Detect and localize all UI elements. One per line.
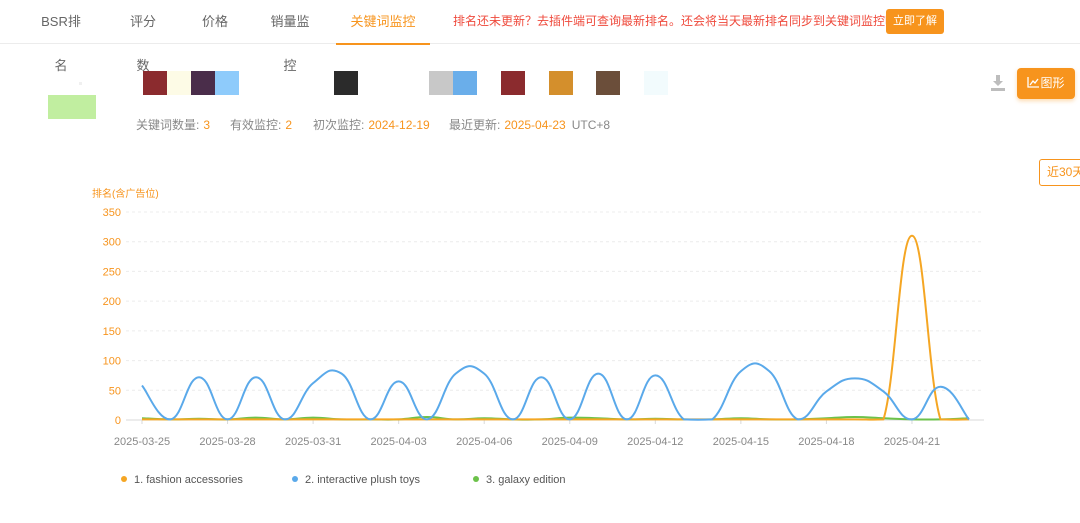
learn-more-button[interactable]: 立即了解 xyxy=(886,9,944,34)
product-image-placeholder xyxy=(79,82,82,85)
legend-dot-icon xyxy=(292,476,298,483)
date-range-button[interactable]: 近30天 xyxy=(1039,159,1080,186)
x-tick-label: 2025-04-15 xyxy=(713,436,769,448)
x-tick-label: 2025-04-21 xyxy=(884,436,940,448)
legend-item[interactable]: 2. interactive plush toys xyxy=(292,474,420,486)
chart-view-button[interactable]: 图形 xyxy=(1017,68,1075,99)
color-swatch[interactable] xyxy=(453,71,477,95)
y-tick-label: 150 xyxy=(103,326,121,338)
x-tick-label: 2025-04-18 xyxy=(798,436,854,448)
tab-price[interactable]: 价格 xyxy=(202,0,228,44)
keyword-rank-chart: 排名(含广告位) 0 50 100 150 200 250 300 350 2025-03-25 2… xyxy=(92,187,984,448)
stat-keyword-count: 关键词数量: 3 xyxy=(136,118,211,132)
color-swatch[interactable] xyxy=(596,71,620,95)
y-tick-label: 100 xyxy=(103,356,121,368)
x-tick-label: 2025-03-31 xyxy=(285,436,341,448)
color-swatch[interactable] xyxy=(191,71,215,95)
tab-bar: BSR排名 评分数 价格 销量监控 关键词监控 排名还未更新？去插件端可查询最新… xyxy=(0,0,1080,73)
legend-dot-icon xyxy=(473,476,479,483)
stat-first-monitor: 初次监控: 2024-12-19 xyxy=(313,118,430,132)
download-icon[interactable] xyxy=(990,74,1006,92)
product-thumbnail[interactable] xyxy=(48,95,96,119)
line-chart-icon xyxy=(1027,77,1040,88)
update-notice: 排名还未更新？去插件端可查询最新排名。还会将当天最新排名同步到关键词监控哦~ xyxy=(453,14,905,28)
x-tick-label: 2025-04-09 xyxy=(542,436,598,448)
y-axis-title: 排名(含广告位) xyxy=(92,187,159,200)
x-tick-label: 2025-04-06 xyxy=(456,436,512,448)
y-tick-label: 350 xyxy=(103,207,121,219)
legend-label: 3. galaxy edition xyxy=(486,474,566,486)
x-tick-label: 2025-03-28 xyxy=(199,436,255,448)
color-swatch[interactable] xyxy=(549,71,573,95)
y-tick-label: 250 xyxy=(103,266,121,278)
color-swatch[interactable] xyxy=(644,71,668,95)
color-swatch[interactable] xyxy=(143,71,167,95)
color-swatch[interactable] xyxy=(215,71,239,95)
color-swatch[interactable] xyxy=(429,71,453,95)
chart-legend: 1. fashion accessories 2. interactive plu… xyxy=(0,474,1080,490)
y-tick-label: 0 xyxy=(115,415,121,427)
color-swatch[interactable] xyxy=(501,71,525,95)
legend-item[interactable]: 3. galaxy edition xyxy=(473,474,566,486)
legend-item[interactable]: 1. fashion accessories xyxy=(121,474,243,486)
series-line xyxy=(142,234,970,421)
y-tick-label: 200 xyxy=(103,296,121,308)
stat-last-update: 最近更新: 2025-04-23 UTC+8 xyxy=(449,118,611,132)
legend-label: 1. fashion accessories xyxy=(134,474,243,486)
x-tick-label: 2025-04-03 xyxy=(371,436,427,448)
tab-keyword-monitor[interactable]: 关键词监控 xyxy=(336,0,430,45)
y-tick-label: 50 xyxy=(109,385,121,397)
x-tick-label: 2025-04-12 xyxy=(627,436,683,448)
tab-rating-count[interactable]: 评分数 xyxy=(124,0,162,73)
y-tick-label: 300 xyxy=(103,237,121,249)
x-tick-label: 2025-03-25 xyxy=(114,436,170,448)
stat-valid-monitors: 有效监控: 2 xyxy=(230,118,293,132)
tab-bsr-rank[interactable]: BSR排名 xyxy=(38,0,84,73)
color-swatch[interactable] xyxy=(167,71,191,95)
tab-sales-monitor[interactable]: 销量监控 xyxy=(266,0,314,73)
legend-dot-icon xyxy=(121,476,127,483)
series-line xyxy=(141,362,970,421)
color-swatch[interactable] xyxy=(334,71,358,95)
legend-label: 2. interactive plush toys xyxy=(305,474,420,486)
